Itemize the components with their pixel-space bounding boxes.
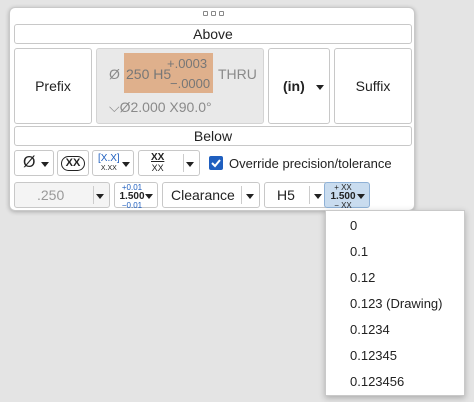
precision-option[interactable]: 0.123 (Drawing)	[326, 291, 466, 317]
tolerance-precision-icon: + XX 1.500 − XX	[329, 184, 357, 210]
suffix-label: Suffix	[355, 78, 391, 94]
tolerance-precision-dropdown[interactable]: + XX 1.500 − XX	[324, 182, 370, 210]
fit-type-dropdown[interactable]: Clearance	[162, 182, 260, 208]
symbol-dropdown[interactable]: Ø	[14, 150, 54, 176]
fit-type-value: Clearance	[171, 187, 235, 203]
chevron-down-icon	[41, 162, 49, 167]
tolerance-symmetric-icon: +0.01 1.500 −0.01	[119, 184, 145, 210]
reference-icon: [X.X] X.XX	[98, 153, 120, 173]
fraction-dropdown[interactable]: XX XX	[138, 150, 200, 176]
chevron-down-icon	[145, 194, 153, 199]
tol-lower: −0.01	[121, 201, 143, 210]
divider	[183, 154, 184, 172]
chevron-down-icon	[186, 162, 194, 167]
diameter-icon: Ø	[23, 154, 36, 171]
precision-value: .250	[37, 187, 65, 203]
fraction-top: XX	[151, 152, 165, 163]
divider	[241, 186, 242, 204]
diameter-symbol-preview: Ø	[109, 66, 120, 82]
precision-option[interactable]: 0.12	[326, 265, 466, 291]
units-value: (in)	[283, 78, 305, 94]
above-header: Above	[14, 24, 412, 44]
chevron-down-icon	[316, 85, 324, 90]
fit-class-value: H5	[277, 187, 295, 203]
preview-tol-lower: −.0000	[170, 76, 211, 91]
preview-size-text: 250 H5	[126, 66, 172, 82]
suffix-button[interactable]: Suffix	[334, 48, 412, 124]
reference-icon-top: [X.X]	[98, 153, 120, 164]
preview-tol-upper: +.0003	[167, 56, 208, 71]
precision-menu: 0 0.1 0.12 0.123 (Drawing) 0.1234 0.1234…	[325, 210, 465, 396]
reference-dropdown[interactable]: [X.X] X.XX	[92, 150, 134, 176]
dimension-text-panel: Above Prefix Ø 250 H5 +.0003 −.0000 THRU…	[9, 7, 415, 211]
override-label: Override precision/tolerance	[229, 156, 392, 171]
fit-class-dropdown[interactable]: H5	[264, 182, 328, 208]
precision-option[interactable]: 0.1	[326, 239, 466, 265]
chevron-down-icon	[314, 194, 322, 199]
precision-value-field[interactable]: .250	[14, 182, 110, 208]
prefix-label: Prefix	[35, 78, 71, 94]
fit-tol-lower: − XX	[334, 201, 352, 210]
preview-depth-line: ⌵Ø2.000 X90.0°	[109, 99, 212, 115]
precision-option[interactable]: 0.12345	[326, 343, 466, 369]
fraction-icon: XX XX	[151, 153, 164, 174]
fraction-bottom: XX	[151, 163, 164, 173]
chevron-down-icon	[96, 194, 104, 199]
basic-dimension-icon: XX	[60, 155, 86, 171]
units-dropdown[interactable]: (in)	[268, 48, 330, 124]
below-header: Below	[14, 126, 412, 146]
drag-handle[interactable]	[201, 11, 225, 17]
precision-option[interactable]: 0	[326, 213, 466, 239]
precision-option[interactable]: 0.1234	[326, 317, 466, 343]
chevron-down-icon	[122, 162, 130, 167]
prefix-button[interactable]: Prefix	[14, 48, 92, 124]
tolerance-type-dropdown[interactable]: +0.01 1.500 −0.01	[114, 182, 158, 210]
check-icon	[211, 159, 221, 168]
chevron-down-icon	[357, 194, 365, 199]
override-checkbox[interactable]	[209, 156, 223, 170]
chevron-down-icon	[246, 194, 254, 199]
dimension-preview: Ø 250 H5 +.0003 −.0000 THRU ⌵Ø2.000 X90.…	[96, 48, 264, 124]
preview-thru-text: THRU	[218, 66, 257, 82]
basic-dimension-button[interactable]: XX	[57, 150, 89, 176]
divider	[93, 186, 94, 204]
precision-option[interactable]: 0.123456	[326, 369, 466, 395]
divider	[309, 186, 310, 204]
reference-icon-bottom: X.XX	[100, 165, 117, 172]
